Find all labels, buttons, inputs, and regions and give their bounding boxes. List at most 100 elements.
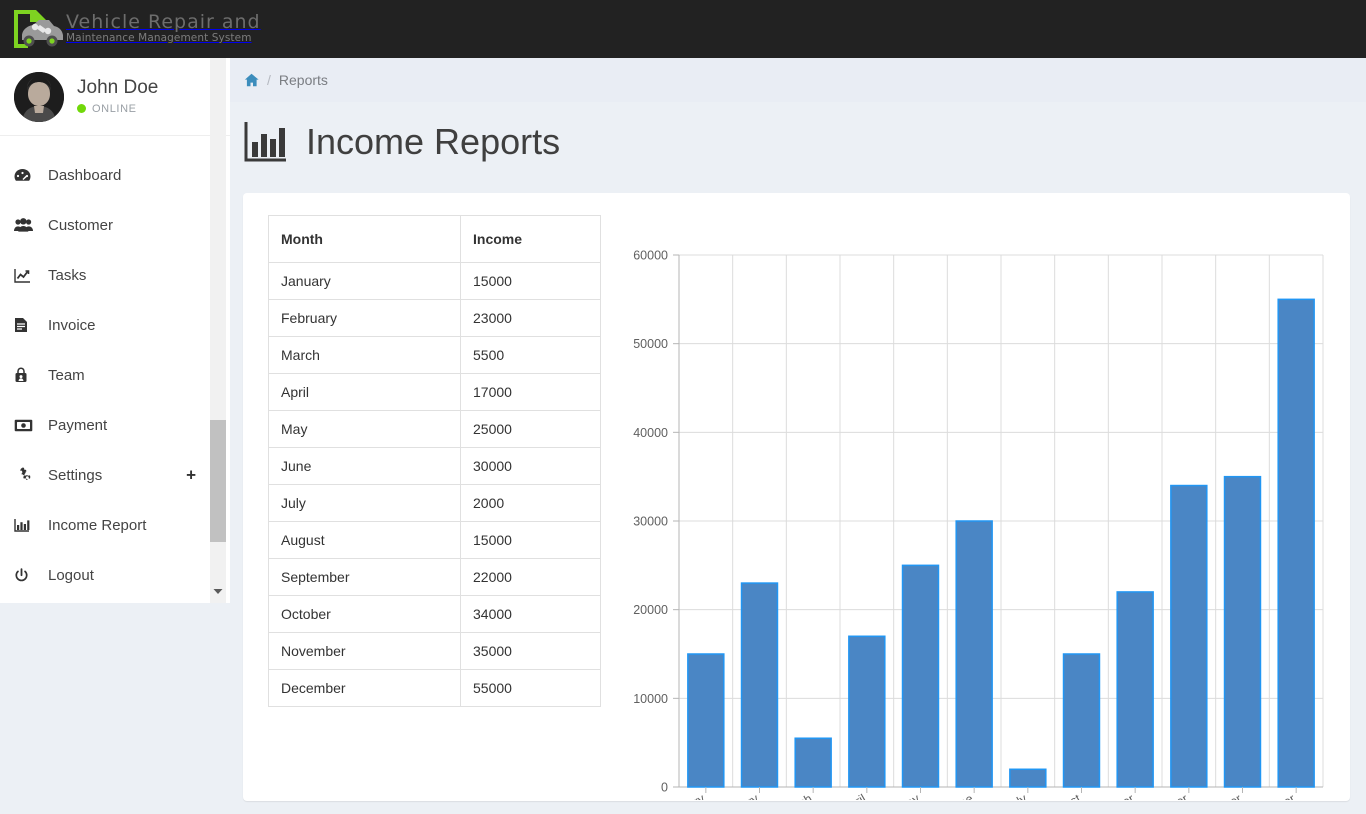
cell-income: 34000 (460, 595, 601, 633)
chart-bar[interactable] (740, 582, 779, 788)
chart-bar[interactable] (1170, 484, 1208, 788)
chart-line-icon (14, 268, 38, 283)
chart-bar[interactable] (1277, 298, 1315, 788)
chart-bar[interactable] (848, 635, 886, 788)
sidebar-item-label: Customer (48, 216, 114, 234)
table-row: September 22000 (268, 558, 601, 596)
main-content: / Reports Income Reports Month Income Ja… (230, 58, 1366, 814)
online-status-dot (77, 104, 86, 114)
cell-income: 17000 (460, 373, 601, 411)
sidebar-item-label: Invoice (48, 316, 96, 334)
table-row: January 15000 (268, 262, 601, 300)
column-header-month: Month (268, 215, 461, 263)
sidebar-item-income-report[interactable]: Income Report (0, 500, 230, 550)
sidebar-item-label: Income Report (48, 516, 147, 534)
table-row: May 25000 (268, 410, 601, 448)
y-axis-tick-label: 30000 (633, 515, 668, 529)
cell-month: January (268, 262, 461, 300)
cell-month: May (268, 410, 461, 448)
cell-month: February (268, 299, 461, 337)
user-name: John Doe (77, 77, 159, 99)
x-axis-tick-label: April (840, 791, 869, 800)
y-axis-tick-label: 40000 (633, 426, 668, 440)
x-axis-tick-label: June (945, 791, 976, 800)
chart-bar[interactable] (1116, 591, 1154, 788)
home-icon[interactable] (244, 73, 259, 87)
income-table-body: January 15000 February 23000 March 5500 April 1… (268, 262, 601, 707)
x-axis-tick-label: October (1145, 791, 1191, 800)
chart-bar[interactable] (1009, 768, 1047, 788)
chart-bar[interactable] (687, 653, 725, 788)
user-status: ONLINE (77, 103, 158, 115)
cell-month: October (268, 595, 461, 633)
table-header-row: Month Income (268, 215, 601, 263)
x-axis-tick-label: February (711, 791, 762, 800)
report-card: Month Income January 15000 February 23000 Ma… (243, 193, 1350, 801)
sidebar-item-payment[interactable]: Payment (0, 400, 230, 450)
x-axis-tick-label: December (1241, 791, 1298, 800)
y-axis-tick-label: 0 (661, 781, 668, 795)
cell-income: 55000 (460, 669, 601, 707)
cell-month: September (268, 558, 461, 596)
breadcrumb: / Reports (230, 58, 1366, 102)
sidebar-scrollbar-thumb[interactable] (210, 420, 226, 542)
cell-income: 25000 (460, 410, 601, 448)
bar-chart-icon (14, 518, 38, 532)
income-bar-chart[interactable]: 0 10000 20000 30000 40000 50000 60000 JanuaryFe… (601, 215, 1350, 800)
x-axis-tick-label: August (1042, 791, 1083, 800)
cell-income: 5500 (460, 336, 601, 374)
sidebar: John Doe ONLINE Dashboard Customer Tasks (0, 58, 230, 603)
table-row: February 23000 (268, 299, 601, 337)
brand-subtitle: Maintenance Management System (66, 31, 252, 44)
table-row: July 2000 (268, 484, 601, 522)
sidebar-item-label: Tasks (48, 266, 87, 284)
y-axis-tick-label: 60000 (633, 249, 668, 263)
x-axis-tick-label: Novermber (1183, 791, 1244, 800)
sidebar-item-label: Dashboard (48, 166, 122, 184)
sidebar-item-logout[interactable]: Logout (0, 550, 230, 600)
vehicle-repair-logo-icon (8, 6, 64, 52)
column-header-income: Income (460, 215, 601, 263)
table-row: December 55000 (268, 669, 601, 707)
sidebar-item-settings[interactable]: Settings + (0, 450, 230, 500)
chart-bar[interactable] (955, 520, 993, 788)
cell-income: 35000 (460, 632, 601, 670)
avatar[interactable] (14, 71, 64, 122)
table-row: August 15000 (268, 521, 601, 559)
cell-month: April (268, 373, 461, 411)
income-table: Month Income January 15000 February 23000 Ma… (268, 215, 601, 707)
chevron-down-icon[interactable] (210, 583, 226, 599)
table-row: October 34000 (268, 595, 601, 633)
table-row: June 30000 (268, 447, 601, 485)
x-axis-tick-label: July (1003, 791, 1030, 800)
file-text-icon (14, 317, 38, 333)
sidebar-item-team[interactable]: Team (0, 350, 230, 400)
lock-user-icon (14, 367, 38, 383)
sidebar-item-label: Logout (48, 566, 94, 584)
user-panel[interactable]: John Doe ONLINE (0, 58, 230, 136)
cell-month: November (268, 632, 461, 670)
income-bar-chart-svg: 0 10000 20000 30000 40000 50000 60000 JanuaryFe… (633, 249, 1324, 800)
sidebar-scrollbar[interactable] (210, 58, 226, 603)
breadcrumb-separator: / (267, 72, 271, 88)
cell-month: June (268, 447, 461, 485)
sidebar-item-dashboard[interactable]: Dashboard (0, 150, 230, 200)
sidebar-item-customer[interactable]: Customer (0, 200, 230, 250)
x-axis-tick-label: May (895, 791, 923, 800)
chart-bar[interactable] (1223, 475, 1262, 788)
dashboard-icon (14, 168, 38, 183)
power-off-icon (14, 567, 38, 583)
cell-income: 22000 (460, 558, 601, 596)
sidebar-item-invoice[interactable]: Invoice (0, 300, 230, 350)
brand-logo-link[interactable]: Vehicle Repair and Maintenance Managemen… (8, 4, 260, 54)
table-row: April 17000 (268, 373, 601, 411)
cell-month: July (268, 484, 461, 522)
cell-income: 30000 (460, 447, 601, 485)
sidebar-item-tasks[interactable]: Tasks (0, 250, 230, 300)
cell-income: 23000 (460, 299, 601, 337)
user-status-label: ONLINE (92, 102, 137, 115)
chart-bar[interactable] (901, 564, 940, 788)
chart-bar[interactable] (794, 737, 832, 788)
chart-bar[interactable] (1062, 653, 1101, 788)
settings-expand-plus-icon[interactable]: + (186, 467, 196, 484)
